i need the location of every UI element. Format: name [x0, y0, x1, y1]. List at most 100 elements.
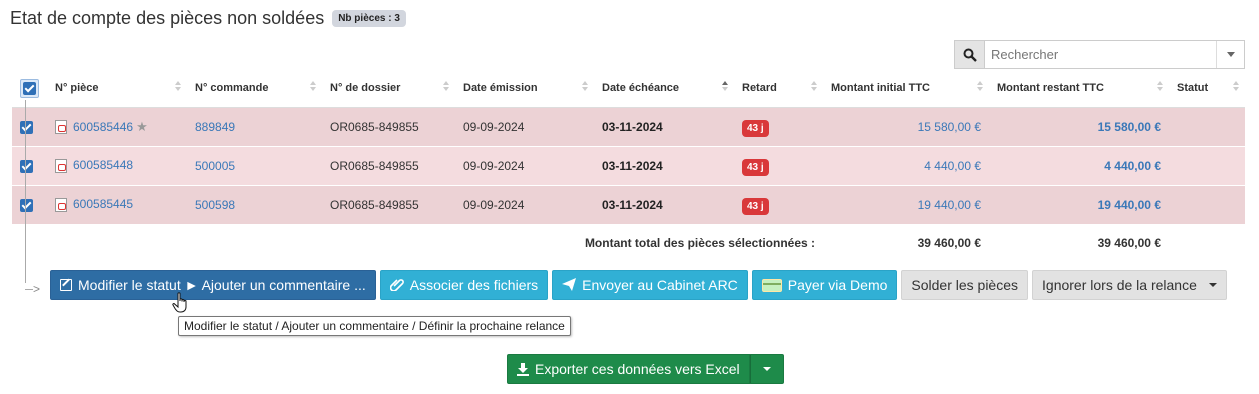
- row-checkbox[interactable]: [20, 120, 33, 134]
- chevron-down-icon: [1226, 52, 1235, 57]
- sort-icon: [310, 81, 316, 91]
- sort-asc-icon: [722, 81, 728, 91]
- row-checkbox[interactable]: [20, 159, 33, 173]
- late-badge: 43 j: [742, 197, 769, 215]
- commande-cell: 889849: [187, 106, 322, 146]
- row-checkbox-cell[interactable]: [12, 145, 47, 185]
- total-row: Montant total des pièces sélectionnées :…: [12, 224, 1245, 262]
- column-header-montant-initial[interactable]: Montant initial TTC: [823, 70, 989, 108]
- edit-icon: [60, 279, 72, 291]
- column-header-echeance[interactable]: Date échéance: [594, 70, 734, 108]
- search-box: [954, 40, 1245, 69]
- piece-cell: 600585448: [47, 145, 187, 185]
- column-header-dossier[interactable]: N° de dossier: [322, 70, 455, 108]
- column-header-emission[interactable]: Date émission: [455, 70, 594, 108]
- select-all-header[interactable]: [12, 70, 47, 108]
- associate-files-button[interactable]: Associer des fichiers: [379, 270, 549, 300]
- column-header-montant-restant[interactable]: Montant restant TTC: [989, 70, 1169, 108]
- table-row[interactable]: 600585446 ★ 889849 OR0685-849855 09-09-20…: [12, 106, 1245, 146]
- credit-card-icon: [761, 278, 782, 292]
- pdf-icon[interactable]: [55, 120, 67, 135]
- tooltip: Modifier le statut / Ajouter un commenta…: [178, 316, 571, 336]
- piece-cell: 600585446 ★: [47, 106, 187, 146]
- column-header-retard[interactable]: Retard: [734, 70, 823, 108]
- sort-icon: [582, 81, 588, 91]
- search-icon[interactable]: [955, 41, 985, 68]
- dossier-cell: OR0685-849855: [322, 106, 455, 146]
- sort-icon: [175, 81, 181, 91]
- ignore-reminder-dropdown[interactable]: Ignorer lors de la relance: [1032, 270, 1227, 300]
- selection-tree-line: [25, 100, 26, 283]
- sort-icon: [443, 81, 449, 91]
- commande-link[interactable]: 889849: [195, 120, 235, 134]
- pdf-icon[interactable]: [55, 158, 67, 173]
- commande-cell: 500005: [187, 145, 322, 185]
- star-icon[interactable]: ★: [136, 119, 148, 134]
- modify-status-button[interactable]: Modifier le statut ► Ajouter un commenta…: [50, 270, 376, 300]
- row-checkbox-cell[interactable]: [12, 184, 47, 224]
- statut-cell: [1169, 106, 1245, 146]
- emission-cell: 09-09-2024: [455, 145, 594, 185]
- montant-initial-cell: 4 440,00 €: [823, 145, 989, 185]
- column-header-statut[interactable]: Statut: [1169, 70, 1245, 108]
- send-cabinet-button[interactable]: Envoyer au Cabinet ARC: [552, 270, 748, 300]
- commande-cell: 500598: [187, 184, 322, 224]
- row-checkbox[interactable]: [20, 198, 33, 212]
- table-row[interactable]: 600585445 500598 OR0685-849855 09-09-202…: [12, 184, 1245, 224]
- download-icon: [517, 363, 529, 376]
- montant-initial-cell: 15 580,00 €: [823, 106, 989, 146]
- chevron-down-icon: [1208, 283, 1217, 287]
- bulk-actions: Modifier le statut ► Ajouter un commenta…: [50, 270, 1227, 300]
- emission-cell: 09-09-2024: [455, 106, 594, 146]
- piece-link[interactable]: 600585445: [73, 197, 133, 211]
- montant-restant-cell: 15 580,00 €: [989, 106, 1169, 146]
- late-badge: 43 j: [742, 158, 769, 176]
- hand-pointer-icon: [172, 292, 187, 313]
- emission-cell: 09-09-2024: [455, 184, 594, 224]
- paper-plane-icon: [562, 277, 577, 293]
- piece-link[interactable]: 600585448: [73, 158, 133, 172]
- commande-link[interactable]: 500598: [195, 198, 235, 212]
- title-row: Etat de compte des pièces non soldées Nb…: [10, 8, 406, 29]
- statut-cell: [1169, 184, 1245, 224]
- sort-icon: [977, 81, 983, 91]
- retard-cell: 43 j: [734, 106, 823, 146]
- column-header-commande[interactable]: N° commande: [187, 70, 322, 108]
- echeance-cell: 03-11-2024: [594, 106, 734, 146]
- montant-restant-cell: 4 440,00 €: [989, 145, 1169, 185]
- montant-initial-cell: 19 440,00 €: [823, 184, 989, 224]
- retard-cell: 43 j: [734, 184, 823, 224]
- commande-link[interactable]: 500005: [195, 159, 235, 173]
- search-dropdown-toggle[interactable]: [1216, 41, 1244, 68]
- montant-restant-cell: 19 440,00 €: [989, 184, 1169, 224]
- table-row[interactable]: 600585448 500005 OR0685-849855 09-09-202…: [12, 145, 1245, 185]
- search-input[interactable]: [985, 41, 1216, 68]
- row-checkbox-cell[interactable]: [12, 106, 47, 146]
- sort-icon: [1233, 81, 1239, 91]
- total-initial: 39 460,00 €: [823, 224, 989, 262]
- piece-cell: 600585445: [47, 184, 187, 224]
- statut-cell: [1169, 145, 1245, 185]
- pdf-icon[interactable]: [55, 198, 67, 213]
- late-badge: 43 j: [742, 119, 769, 137]
- dossier-cell: OR0685-849855: [322, 145, 455, 185]
- settle-pieces-button[interactable]: Solder les pièces: [901, 270, 1029, 300]
- echeance-cell: 03-11-2024: [594, 145, 734, 185]
- echeance-cell: 03-11-2024: [594, 184, 734, 224]
- table-header-row: N° pièce N° commande N° de dossier Date …: [12, 70, 1245, 108]
- export-options-toggle[interactable]: [749, 354, 784, 384]
- dossier-cell: OR0685-849855: [322, 184, 455, 224]
- page-title: Etat de compte des pièces non soldées: [10, 8, 325, 28]
- chevron-down-icon: [762, 367, 771, 371]
- piece-link[interactable]: 600585446: [73, 120, 133, 134]
- export-group: Exporter ces données vers Excel: [507, 354, 784, 384]
- selection-arrow-icon: >: [25, 282, 40, 296]
- export-excel-button[interactable]: Exporter ces données vers Excel: [507, 354, 750, 384]
- sort-icon: [1157, 81, 1163, 91]
- sort-icon: [811, 81, 817, 91]
- pieces-table: N° pièce N° commande N° de dossier Date …: [12, 70, 1245, 262]
- total-restant: 39 460,00 €: [989, 224, 1169, 262]
- select-all-checkbox[interactable]: [20, 78, 39, 98]
- column-header-piece[interactable]: N° pièce: [47, 70, 187, 108]
- pay-demo-button[interactable]: Payer via Demo: [751, 270, 898, 300]
